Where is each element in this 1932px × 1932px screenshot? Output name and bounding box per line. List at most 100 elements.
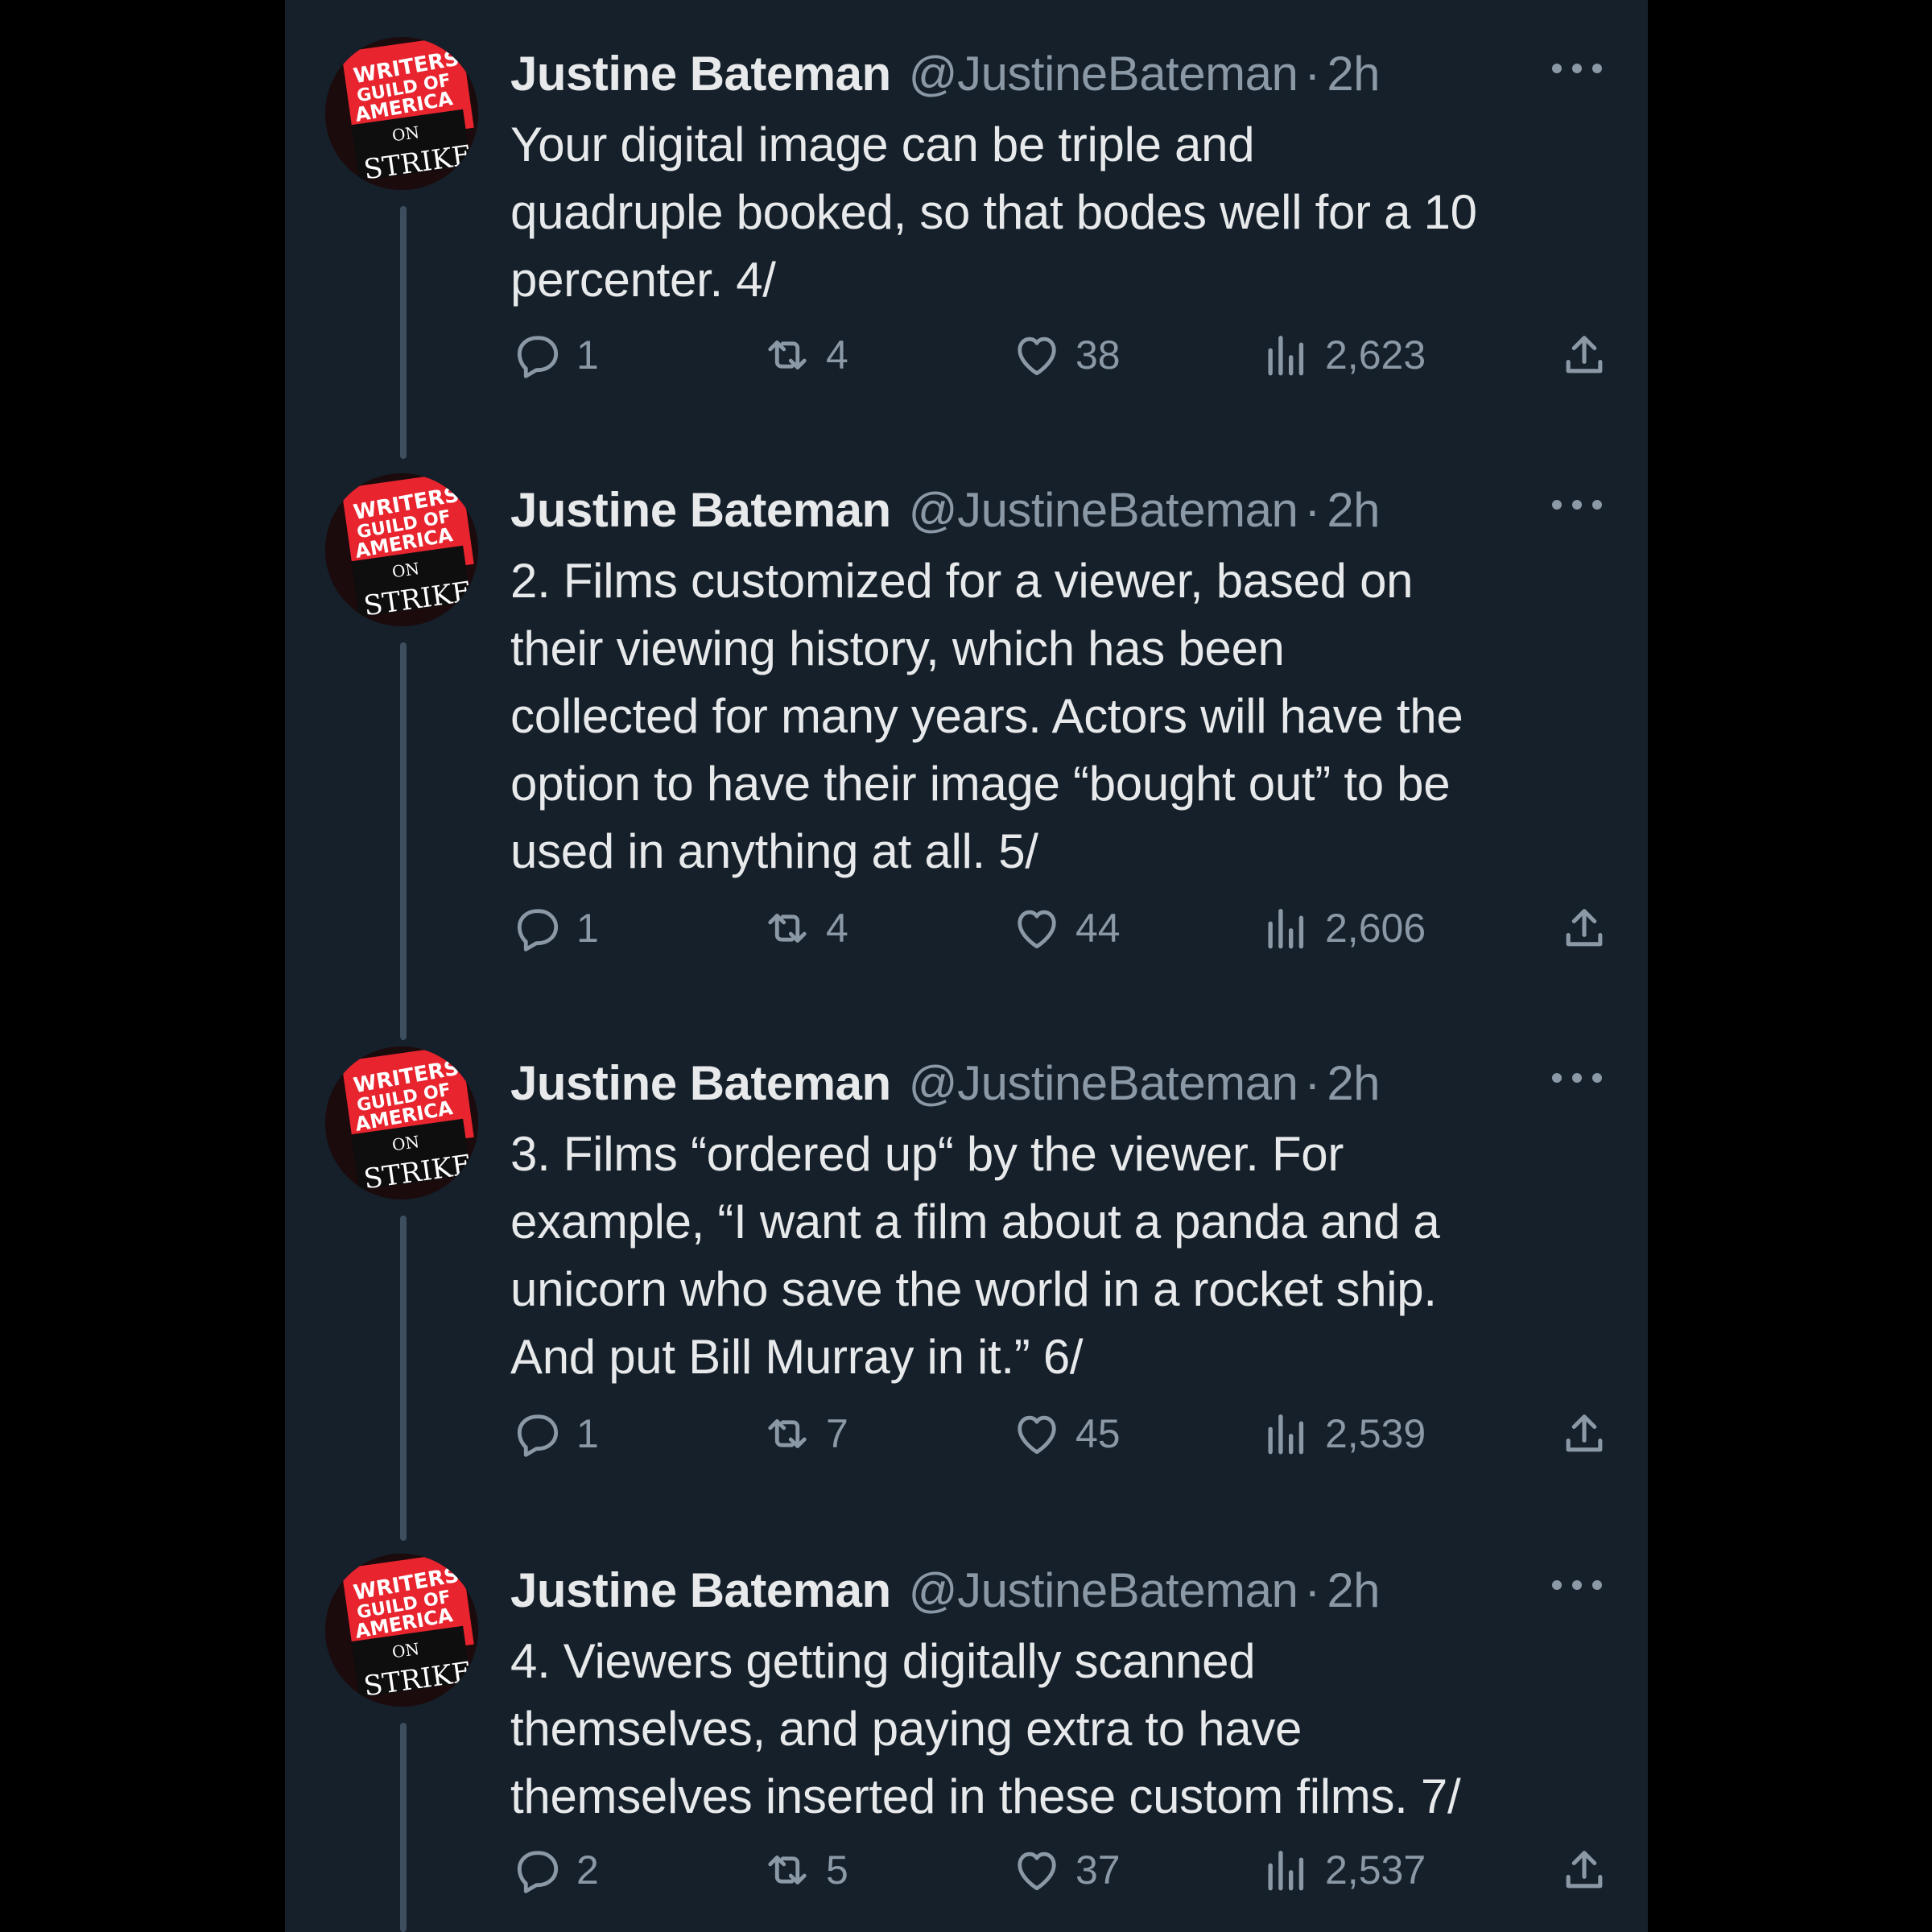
tweet-text: 2. Films customized for a viewer, based … xyxy=(510,554,1463,878)
tweet-text: Your digital image can be triple and qua… xyxy=(510,118,1477,307)
retweet-button[interactable]: 7 xyxy=(760,1406,848,1462)
reply-button[interactable]: 1 xyxy=(510,900,599,956)
like-count: 38 xyxy=(1075,332,1121,378)
strike-sign-image: WRITERS GUILD OF AMERICA ON STRIKE xyxy=(325,1554,478,1707)
share-button[interactable] xyxy=(1557,900,1612,956)
views-button[interactable]: 2,606 xyxy=(1259,900,1426,956)
like-button[interactable]: 44 xyxy=(1009,900,1121,956)
tweet-header: Justine Bateman @JustineBateman · 2h xyxy=(510,481,1381,538)
author-handle[interactable]: @JustineBateman xyxy=(909,46,1298,101)
reply-icon xyxy=(517,1414,559,1457)
views-count: 2,623 xyxy=(1325,332,1426,378)
timeline: WRITERS GUILD OF AMERICA ON STRIKE Justi… xyxy=(285,0,1648,1932)
like-count: 44 xyxy=(1075,906,1121,951)
views-icon xyxy=(1268,1414,1304,1455)
like-button[interactable]: 45 xyxy=(1009,1406,1121,1462)
reply-count: 1 xyxy=(576,332,599,378)
tweet-header: Justine Bateman @JustineBateman · 2h xyxy=(510,1562,1381,1618)
share-icon xyxy=(1566,909,1603,947)
more-icon[interactable] xyxy=(1549,1066,1605,1090)
share-icon xyxy=(1566,1414,1603,1452)
author-name[interactable]: Justine Bateman xyxy=(510,482,891,538)
views-count: 2,606 xyxy=(1325,906,1426,951)
separator: · xyxy=(1304,1055,1321,1110)
sign-text: ON xyxy=(390,122,420,145)
reply-button[interactable]: 1 xyxy=(510,327,599,383)
tweet-header: Justine Bateman @JustineBateman · 2h xyxy=(510,1055,1381,1111)
avatar[interactable]: WRITERS GUILD OF AMERICA ON STRIKE xyxy=(325,473,478,626)
heart-icon xyxy=(1018,910,1056,949)
tweet-actions: 1 7 45 2,539 xyxy=(510,1406,1621,1462)
retweet-icon xyxy=(768,341,807,369)
avatar[interactable]: WRITERS GUILD OF AMERICA ON STRIKE xyxy=(325,37,478,190)
retweet-count: 4 xyxy=(826,332,848,378)
reply-icon xyxy=(517,336,559,378)
like-button[interactable]: 37 xyxy=(1009,1842,1121,1898)
reply-button[interactable]: 2 xyxy=(510,1842,599,1898)
like-count: 37 xyxy=(1075,1847,1121,1893)
strike-sign-image: WRITERS GUILD OF AMERICA ON STRIKE xyxy=(325,473,478,626)
strike-sign-image: WRITERS GUILD OF AMERICA ON STRIKE xyxy=(325,37,478,190)
more-icon[interactable] xyxy=(1549,56,1605,80)
author-name[interactable]: Justine Bateman xyxy=(510,1055,891,1111)
reply-count: 2 xyxy=(576,1847,599,1893)
views-count: 2,539 xyxy=(1325,1411,1426,1456)
tweet-actions: 2 5 37 2,537 xyxy=(510,1842,1621,1898)
views-count: 2,537 xyxy=(1325,1847,1426,1893)
views-button[interactable]: 2,623 xyxy=(1259,327,1426,383)
tweet-actions: 1 4 38 2,623 xyxy=(510,327,1621,383)
like-button[interactable]: 38 xyxy=(1009,327,1121,383)
views-button[interactable]: 2,537 xyxy=(1259,1842,1426,1898)
views-icon xyxy=(1268,909,1304,949)
share-button[interactable] xyxy=(1557,1842,1612,1898)
author-handle[interactable]: @JustineBateman xyxy=(909,1055,1298,1111)
tweet-actions: 1 4 44 2,606 xyxy=(510,900,1621,956)
heart-icon xyxy=(1018,1852,1056,1891)
avatar[interactable]: WRITERS GUILD OF AMERICA ON STRIKE xyxy=(325,1554,478,1707)
more-icon[interactable] xyxy=(1549,493,1605,517)
author-handle[interactable]: @JustineBateman xyxy=(909,482,1298,538)
tweet-text: 3. Films “ordered up“ by the viewer. For… xyxy=(510,1127,1440,1384)
thread-line xyxy=(400,642,407,1040)
separator: · xyxy=(1304,1563,1321,1617)
timestamp[interactable]: 2h xyxy=(1327,1563,1380,1618)
reply-icon xyxy=(517,1851,559,1893)
retweet-button[interactable]: 4 xyxy=(760,327,848,383)
retweet-count: 4 xyxy=(826,906,848,951)
retweet-icon xyxy=(768,1856,807,1885)
reply-button[interactable]: 1 xyxy=(510,1406,599,1462)
strike-sign-image: WRITERS GUILD OF AMERICA ON STRIKE xyxy=(325,1046,478,1199)
sign-text: ON xyxy=(390,1639,420,1662)
author-name[interactable]: Justine Bateman xyxy=(510,1563,891,1618)
views-button[interactable]: 2,539 xyxy=(1259,1406,1426,1462)
timestamp[interactable]: 2h xyxy=(1327,46,1380,101)
views-icon xyxy=(1268,336,1304,376)
sign-text: ON xyxy=(390,559,420,581)
thread-line xyxy=(400,1723,407,1932)
retweet-icon xyxy=(768,1419,807,1448)
share-button[interactable] xyxy=(1557,1406,1612,1462)
share-icon xyxy=(1566,336,1603,374)
timestamp[interactable]: 2h xyxy=(1327,482,1380,538)
share-icon xyxy=(1566,1851,1603,1889)
share-button[interactable] xyxy=(1557,327,1612,383)
avatar[interactable]: WRITERS GUILD OF AMERICA ON STRIKE xyxy=(325,1046,478,1199)
retweet-button[interactable]: 5 xyxy=(760,1842,848,1898)
retweet-button[interactable]: 4 xyxy=(760,900,848,956)
author-name[interactable]: Justine Bateman xyxy=(510,46,891,101)
thread-line xyxy=(400,1216,407,1541)
views-icon xyxy=(1268,1851,1304,1891)
like-count: 45 xyxy=(1075,1411,1121,1456)
author-handle[interactable]: @JustineBateman xyxy=(909,1563,1298,1618)
timestamp[interactable]: 2h xyxy=(1327,1055,1380,1111)
retweet-icon xyxy=(768,914,807,943)
thread-line xyxy=(400,206,407,459)
separator: · xyxy=(1304,46,1321,101)
tweet-text: 4. Viewers getting digitally scanned the… xyxy=(510,1634,1461,1823)
separator: · xyxy=(1304,482,1321,537)
reply-count: 1 xyxy=(576,906,599,951)
more-icon[interactable] xyxy=(1549,1573,1605,1597)
retweet-count: 7 xyxy=(826,1411,848,1456)
sign-text: ON xyxy=(390,1132,420,1154)
reply-icon xyxy=(517,909,559,952)
